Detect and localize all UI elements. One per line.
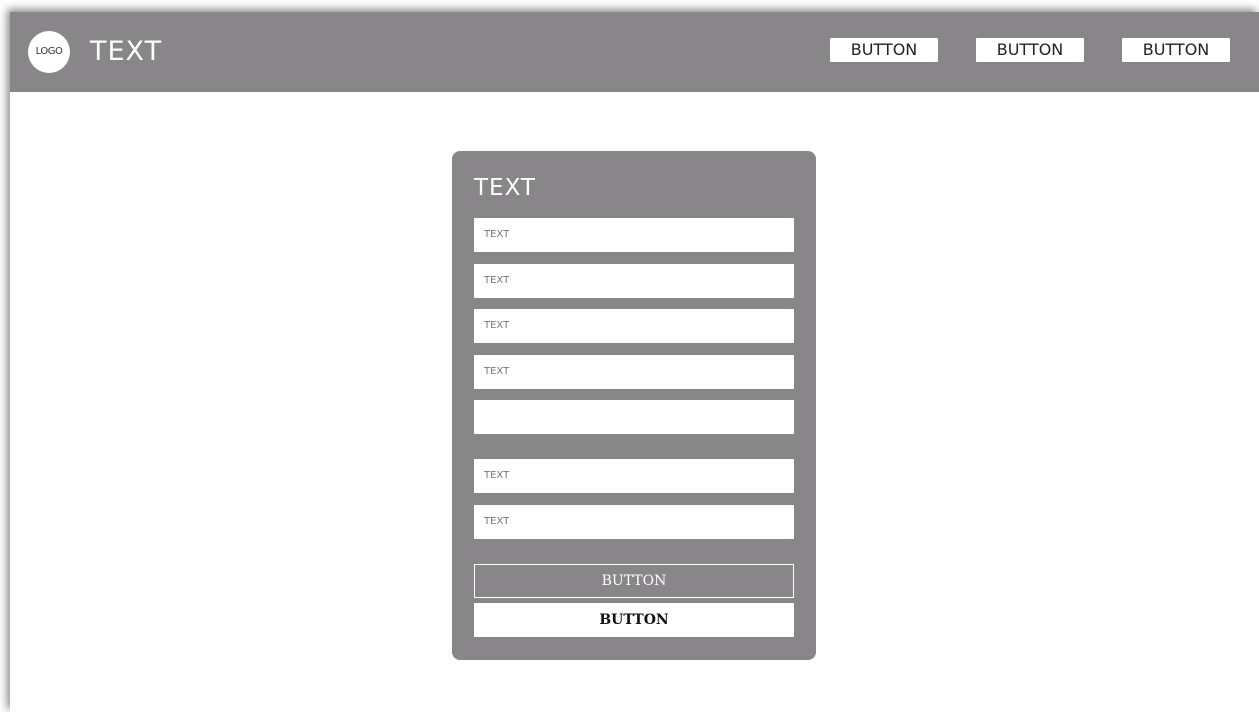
form-card: TEXT TEXT TEXT TEXT TEXT TEXT TEXT BUTTO…: [452, 151, 816, 660]
form-title: TEXT: [474, 175, 536, 201]
logo[interactable]: LOGO: [28, 31, 70, 73]
form-field-5[interactable]: [474, 400, 794, 434]
page-frame: LOGO TEXT BUTTON BUTTON BUTTON TEXT TEXT…: [10, 12, 1259, 712]
form-field-4[interactable]: TEXT: [474, 355, 794, 389]
form-field-2[interactable]: TEXT: [474, 264, 794, 298]
site-title: TEXT: [90, 36, 163, 67]
form-primary-button[interactable]: BUTTON: [474, 564, 794, 598]
nav-button-1[interactable]: BUTTON: [830, 38, 938, 62]
form-field-7[interactable]: TEXT: [474, 505, 794, 539]
form-secondary-button[interactable]: BUTTON: [474, 603, 794, 637]
form-field-6[interactable]: TEXT: [474, 459, 794, 493]
nav-button-3[interactable]: BUTTON: [1122, 38, 1230, 62]
nav-button-2[interactable]: BUTTON: [976, 38, 1084, 62]
form-field-3[interactable]: TEXT: [474, 309, 794, 343]
form-field-1[interactable]: TEXT: [474, 218, 794, 252]
header-bar: LOGO TEXT BUTTON BUTTON BUTTON: [10, 12, 1259, 92]
